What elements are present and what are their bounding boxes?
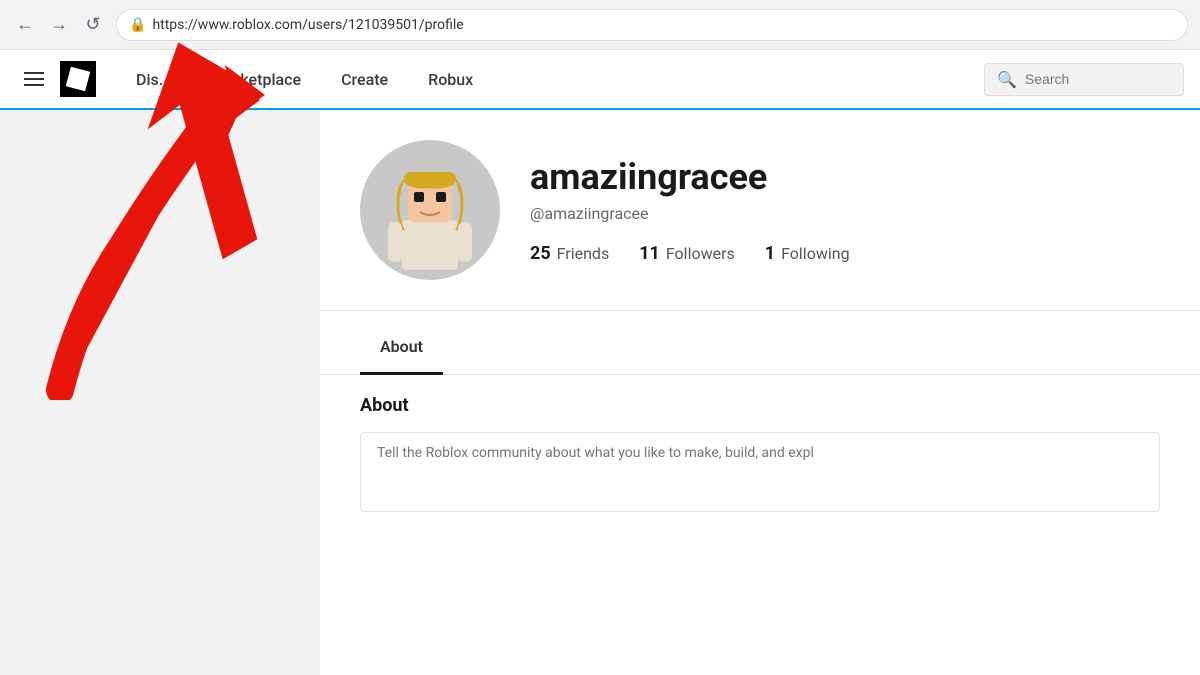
profile-area: amaziingracee @amaziingracee 25 Friends … [320, 110, 1200, 675]
avatar [360, 140, 500, 280]
url-text: https://www.roblox.com/users/121039501/p… [152, 17, 463, 33]
hamburger-line-3 [24, 84, 44, 86]
following-label: Following [781, 244, 849, 263]
search-input[interactable] [1025, 71, 1171, 87]
about-section: About [320, 375, 1200, 536]
tabs-section: About [320, 321, 1200, 375]
browser-nav: ← → ↺ [12, 12, 106, 38]
lock-icon: 🔒 [129, 17, 146, 33]
followers-count: 11 [639, 243, 660, 264]
nav-links: Dis... Marketplace Create Robux [116, 50, 493, 108]
nav-create-link[interactable]: Create [321, 50, 408, 108]
nav-robux-link[interactable]: Robux [408, 50, 493, 108]
profile-header: amaziingracee @amaziingracee 25 Friends … [320, 110, 1200, 311]
about-title: About [360, 395, 1160, 416]
profile-info: amaziingracee @amaziingracee 25 Friends … [530, 156, 1160, 264]
search-icon: 🔍 [997, 70, 1017, 89]
search-box[interactable]: 🔍 [984, 63, 1184, 96]
friends-label: Friends [557, 244, 610, 263]
roblox-logo[interactable] [60, 61, 96, 97]
address-bar[interactable]: 🔒 https://www.roblox.com/users/121039501… [116, 9, 1188, 41]
friends-stat: 25 Friends [530, 243, 609, 264]
tabs-bar: About [320, 321, 1200, 374]
followers-label: Followers [666, 244, 735, 263]
main-content: amaziingracee @amaziingracee 25 Friends … [0, 110, 1200, 675]
about-textarea[interactable] [360, 432, 1160, 512]
profile-handle: @amaziingracee [530, 204, 1160, 223]
hamburger-line-1 [24, 72, 44, 74]
back-button[interactable]: ← [12, 12, 38, 38]
profile-username: amaziingracee [530, 156, 1160, 198]
following-count: 1 [765, 243, 775, 264]
tab-about[interactable]: About [360, 321, 443, 375]
roblox-navbar: Dis... Marketplace Create Robux 🔍 [0, 50, 1200, 110]
hamburger-line-2 [24, 78, 44, 80]
roblox-logo-icon [66, 67, 90, 91]
following-stat: 1 Following [765, 243, 850, 264]
followers-stat: 11 Followers [639, 243, 735, 264]
forward-button[interactable]: → [46, 12, 72, 38]
left-panel [0, 110, 320, 675]
nav-discover-link[interactable]: Dis... [116, 50, 192, 108]
avatar-image [360, 140, 500, 280]
reload-button[interactable]: ↺ [80, 12, 106, 38]
nav-marketplace-link[interactable]: Marketplace [192, 50, 321, 108]
browser-chrome: ← → ↺ 🔒 https://www.roblox.com/users/121… [0, 0, 1200, 50]
friends-count: 25 [530, 243, 551, 264]
hamburger-menu-button[interactable] [16, 64, 52, 94]
profile-stats: 25 Friends 11 Followers 1 Following [530, 243, 1160, 264]
